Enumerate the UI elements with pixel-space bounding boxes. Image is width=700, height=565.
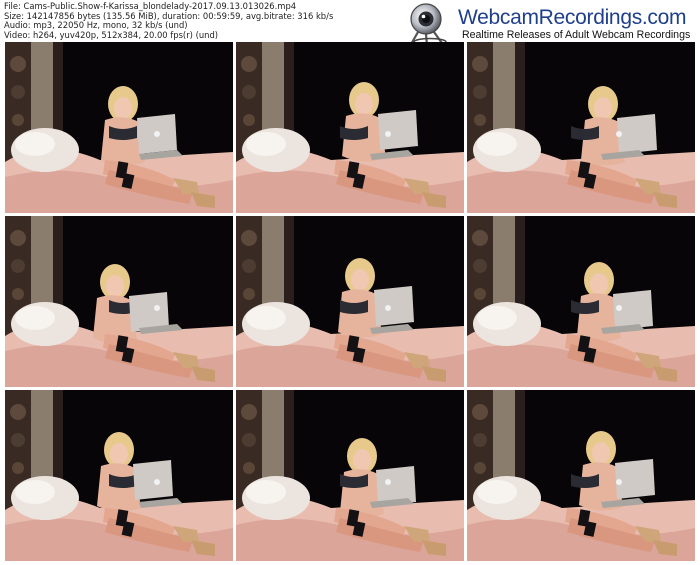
brand-name: WebcamRecordings.com: [458, 6, 687, 29]
video-info: Video: h264, yuv420p, 512x384, 20.00 fps…: [4, 29, 219, 40]
thumbnail-image: [467, 42, 695, 213]
thumbnail-image: [5, 390, 233, 561]
thumbnail-image: [236, 42, 464, 213]
thumbnail-image: [5, 216, 233, 387]
thumbnail-image: [236, 390, 464, 561]
video-thumbnail[interactable]: [5, 42, 233, 213]
video-thumbnail[interactable]: [467, 390, 695, 561]
thumbnail-image: [5, 42, 233, 213]
thumbnail-image: [467, 216, 695, 387]
video-thumbnail[interactable]: [467, 216, 695, 387]
video-thumbnail[interactable]: [5, 216, 233, 387]
brand-tagline: Realtime Releases of Adult Webcam Record…: [462, 29, 691, 41]
thumbnail-image: [236, 216, 464, 387]
video-thumbnail[interactable]: [236, 390, 464, 561]
video-thumbnail[interactable]: [467, 42, 695, 213]
video-thumbnail[interactable]: [236, 42, 464, 213]
file-info: File: Cams-Public.Show-f-Karissa_blondel…: [4, 1, 333, 40]
video-thumbnail[interactable]: [236, 216, 464, 387]
thumbnail-image: [467, 390, 695, 561]
video-thumbnail[interactable]: [5, 390, 233, 561]
